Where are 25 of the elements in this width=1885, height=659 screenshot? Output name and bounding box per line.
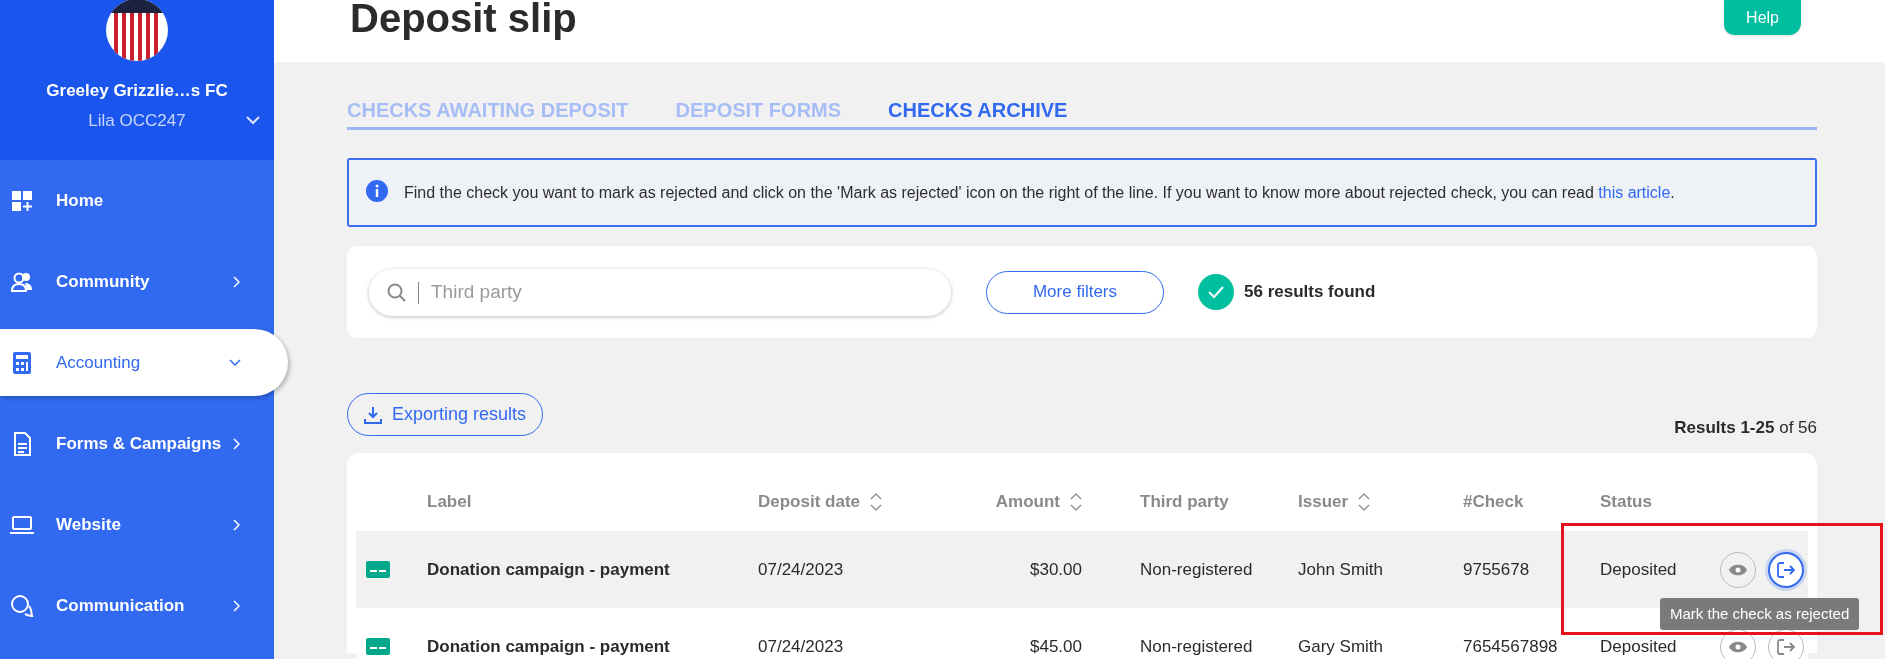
table-cell-text: $30.00 (1030, 558, 1082, 581)
table-cell-text: $45.00 (1030, 635, 1082, 658)
page-title: Deposit slip (350, 0, 577, 38)
table-cell-text: 9755678 (1463, 558, 1530, 581)
column-header: Status (1600, 491, 1652, 514)
table-cell-text: John Smith (1298, 558, 1384, 581)
results-found: 56 results found (1244, 281, 1376, 304)
results-range: Results 1-25 of 56 (1674, 416, 1817, 439)
table-cell-text: Deposited (1600, 635, 1677, 658)
table-cell-text: 07/24/2023 (758, 558, 844, 581)
table-cell-text: Non-registered (1140, 635, 1253, 658)
user-name: Lila OCC247 (88, 109, 186, 132)
column-header: Label (427, 491, 472, 514)
table-cell-text: Deposited (1600, 558, 1677, 581)
table-cell-text: Non-registered (1140, 558, 1253, 581)
column-header: #Check (1463, 491, 1524, 514)
table-cell-text: 07/24/2023 (758, 635, 844, 658)
table-cell-text: Gary Smith (1298, 635, 1384, 658)
table-cell-text: 7654567898 (1463, 635, 1558, 658)
table-cell-text: Donation campaign - payment (427, 635, 670, 658)
club-name: Greeley Grizzlie…s FC (46, 80, 228, 102)
column-header: Third party (1140, 491, 1229, 514)
table-cell-text: Donation campaign - payment (427, 558, 670, 581)
tooltip: Mark the check as rejected (1660, 598, 1860, 630)
info-text: Find the check you want to mark as rejected and click on the 'Mark as rejected' icon on the right of the line. If you want to know more about rejected check, you can read this article. (404, 183, 1675, 203)
